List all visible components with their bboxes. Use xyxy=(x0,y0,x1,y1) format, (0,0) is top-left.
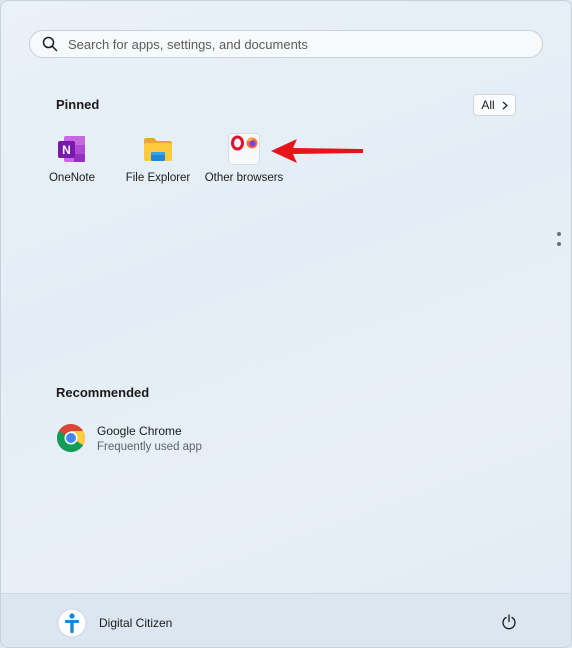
annotation-arrow xyxy=(271,139,363,163)
pinned-app-file-explorer[interactable]: File Explorer xyxy=(120,133,196,189)
recommended-item-chrome[interactable]: Google Chrome Frequently used app xyxy=(56,423,202,453)
search-icon xyxy=(42,36,58,52)
user-account-button[interactable]: Digital Citizen xyxy=(57,608,172,638)
search-box[interactable] xyxy=(29,30,543,58)
svg-text:N: N xyxy=(62,143,71,157)
pinned-app-label: OneNote xyxy=(48,172,96,184)
folder-icon xyxy=(144,138,172,161)
user-name: Digital Citizen xyxy=(99,616,173,630)
pinned-app-label: Other browsers xyxy=(204,172,284,184)
browser-folder-icon xyxy=(228,133,260,165)
page-indicator-dots[interactable] xyxy=(557,232,561,252)
start-menu: Pinned All N OneNote File Explorer xyxy=(0,0,572,648)
all-apps-button[interactable]: All xyxy=(473,94,516,116)
search-input[interactable] xyxy=(68,36,508,52)
pinned-app-onenote[interactable]: N OneNote xyxy=(34,133,110,189)
chevron-right-icon xyxy=(502,101,508,109)
all-apps-label: All xyxy=(481,98,495,112)
recommended-heading: Recommended xyxy=(56,385,150,400)
firefox-icon xyxy=(246,137,258,149)
recommended-item-name: Google Chrome xyxy=(97,423,182,438)
chrome-icon xyxy=(57,424,85,453)
recommended-item-subtitle: Frequently used app xyxy=(97,440,202,453)
power-icon[interactable] xyxy=(501,614,517,630)
start-footer: Digital Citizen xyxy=(1,593,571,647)
pinned-app-label: File Explorer xyxy=(125,172,191,184)
onenote-icon: N xyxy=(58,136,85,162)
pinned-heading: Pinned xyxy=(56,97,100,112)
avatar xyxy=(57,608,87,638)
